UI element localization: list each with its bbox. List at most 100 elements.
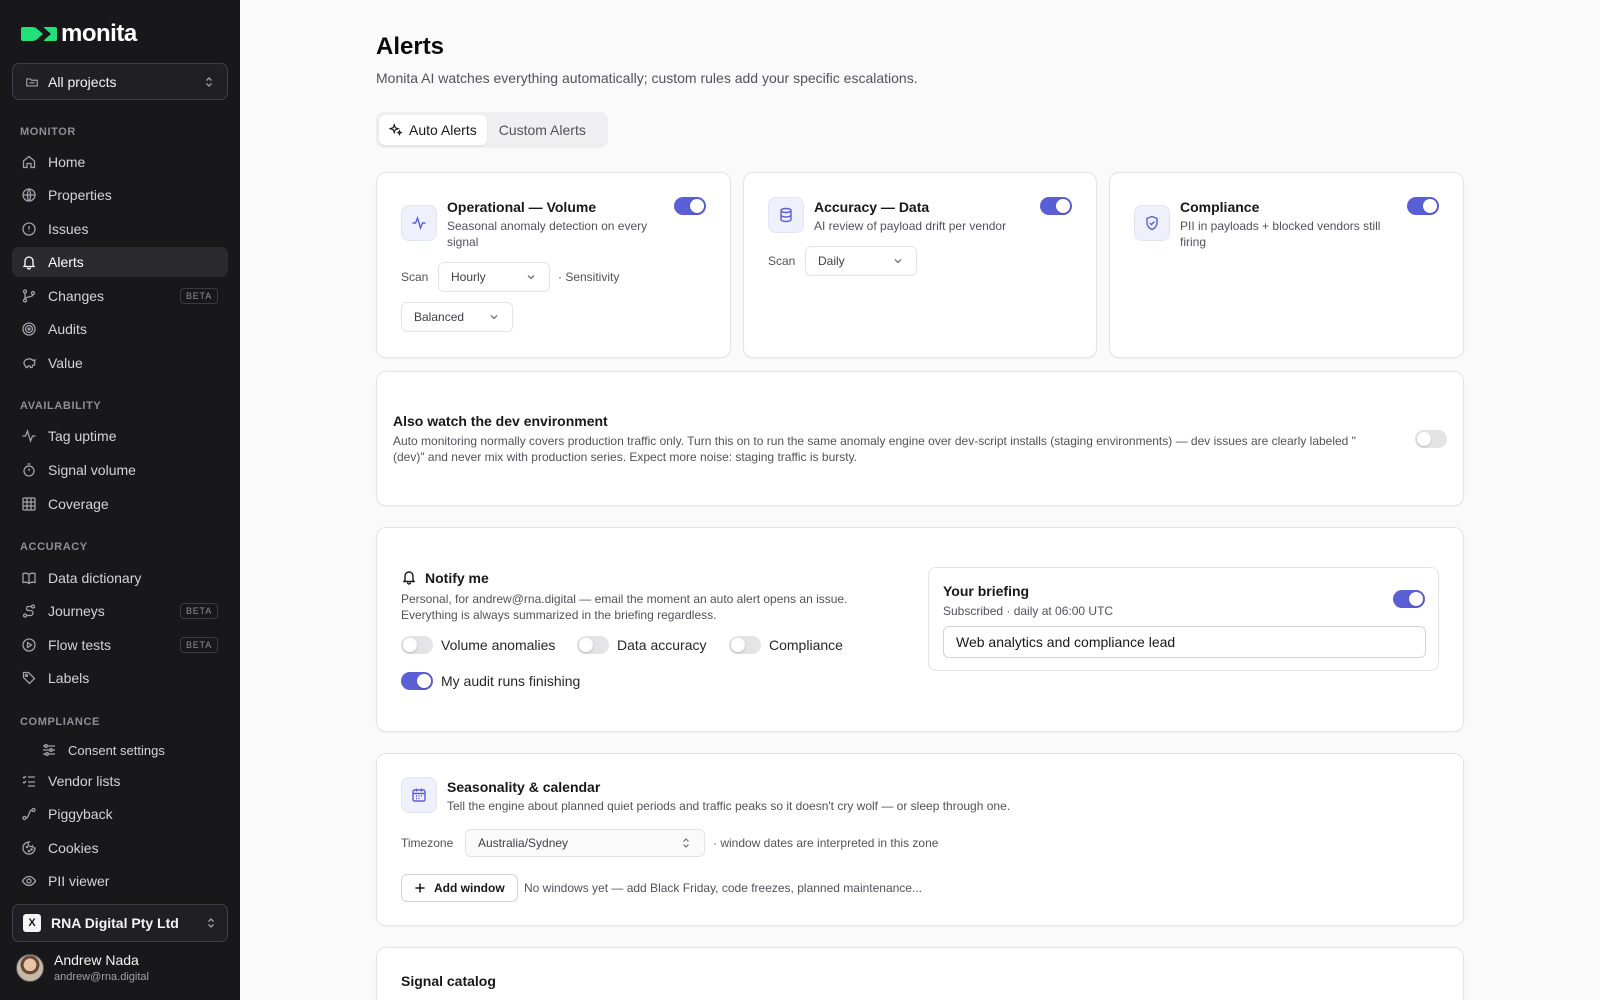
app-logo[interactable]: monita: [21, 20, 137, 48]
card-title: Accuracy — Data: [814, 199, 930, 215]
sliders-icon: [40, 741, 58, 759]
workflow-icon: [20, 805, 38, 823]
briefing-role-input[interactable]: Web analytics and compliance lead: [943, 626, 1426, 658]
globe-icon: [20, 186, 38, 204]
notify-volume-anomalies[interactable]: Volume anomalies: [401, 636, 555, 654]
sidebar-item-label: Vendor lists: [48, 773, 121, 789]
sidebar-item-label: Journeys: [48, 603, 105, 619]
section-availability: AVAILABILITY: [20, 400, 102, 412]
sidebar-item-label: Coverage: [48, 496, 109, 512]
activity-icon: [20, 427, 38, 445]
dev-environment-toggle[interactable]: [1415, 430, 1447, 448]
sidebar-item-audits[interactable]: Audits: [12, 314, 228, 344]
sidebar-item-label: Properties: [48, 187, 112, 203]
project-selector[interactable]: All projects: [12, 63, 228, 100]
list-checks-icon: [20, 772, 38, 790]
toggle-knob: [579, 638, 593, 652]
org-name: RNA Digital Pty Ltd: [51, 915, 179, 931]
timezone-select[interactable]: Australia/Sydney: [465, 829, 705, 857]
sidebar-item-journeys[interactable]: Journeys BETA: [12, 596, 228, 626]
piggy-bank-icon: [20, 354, 38, 372]
briefing-toggle[interactable]: [1393, 590, 1425, 608]
sparkles-icon: [389, 123, 403, 137]
org-logo-icon: X: [23, 914, 41, 932]
select-value: Hourly: [451, 270, 486, 284]
notify-audit-runs[interactable]: My audit runs finishing: [401, 672, 580, 690]
notify-compliance[interactable]: Compliance: [729, 636, 843, 654]
button-label: Add window: [434, 881, 505, 895]
sidebar-item-coverage[interactable]: Coverage: [12, 489, 228, 519]
notify-toggle[interactable]: [729, 636, 761, 654]
monita-logo-icon: [21, 26, 59, 42]
sidebar-item-label: Signal volume: [48, 462, 136, 478]
windows-empty-hint: No windows yet — add Black Friday, code …: [524, 881, 922, 895]
card-description: PII in payloads + blocked vendors still …: [1180, 219, 1381, 249]
sidebar-item-consent-settings[interactable]: Consent settings: [12, 735, 228, 765]
target-icon: [20, 320, 38, 338]
sidebar-item-flow-tests[interactable]: Flow tests BETA: [12, 630, 228, 660]
briefing-status: Subscribed · daily at 06:00 UTC: [943, 604, 1114, 618]
sidebar-item-value[interactable]: Value: [12, 348, 228, 378]
page-subtitle: Monita AI watches everything automatical…: [376, 70, 918, 86]
shield-check-icon: [1134, 205, 1170, 241]
sidebar-item-labels[interactable]: Labels: [12, 663, 228, 693]
toggle-knob: [1417, 432, 1431, 446]
app-name: monita: [61, 20, 137, 47]
sidebar-item-issues[interactable]: Issues: [12, 214, 228, 244]
sidebar-item-alerts[interactable]: Alerts: [12, 247, 228, 277]
sidebar-item-label: Home: [48, 154, 86, 170]
sidebar-item-vendor-lists[interactable]: Vendor lists: [12, 766, 228, 796]
sidebar-item-cookies[interactable]: Cookies: [12, 833, 228, 863]
sidebar-item-label: Cookies: [48, 840, 99, 856]
bell-icon: [401, 569, 417, 585]
timezone-label: Timezone: [401, 836, 454, 850]
sidebar-item-label: Consent settings: [68, 742, 165, 758]
sidebar-item-label: Piggyback: [48, 806, 113, 822]
notify-data-accuracy[interactable]: Data accuracy: [577, 636, 706, 654]
sidebar-item-changes[interactable]: Changes BETA: [12, 281, 228, 311]
sidebar-item-label: Alerts: [48, 254, 84, 270]
sidebar-item-home[interactable]: Home: [12, 147, 228, 177]
card-title: Seasonality & calendar: [447, 779, 601, 795]
card-description: Personal, for andrew@rna.digital — email…: [401, 592, 848, 622]
tab-label: Custom Alerts: [498, 122, 586, 138]
sensitivity-select[interactable]: Balanced: [401, 302, 513, 332]
sidebar-item-properties[interactable]: Properties: [12, 180, 228, 210]
beta-badge: BETA: [179, 288, 218, 304]
notify-toggle[interactable]: [577, 636, 609, 654]
scan-frequency-select[interactable]: Hourly: [438, 262, 550, 292]
sidebar-item-pii-viewer[interactable]: PII viewer: [12, 866, 228, 896]
home-icon: [20, 153, 38, 171]
org-selector[interactable]: X RNA Digital Pty Ltd: [12, 904, 228, 942]
alert-tabs: Auto Alerts Custom Alerts: [376, 112, 608, 148]
select-value: Balanced: [414, 310, 465, 324]
card-title: Also watch the dev environment: [393, 413, 608, 429]
sidebar-item-label: Audits: [48, 321, 87, 337]
option-label: Compliance: [769, 637, 843, 653]
signal-catalog-card: Signal catalog: [376, 947, 1464, 1000]
cookie-icon: [20, 839, 38, 857]
scan-frequency-select[interactable]: Daily: [805, 246, 917, 276]
notify-toggle[interactable]: [401, 672, 433, 690]
briefing-title: Your briefing: [943, 583, 1030, 599]
compliance-toggle[interactable]: [1407, 197, 1439, 215]
sidebar-item-data-dictionary[interactable]: Data dictionary: [12, 563, 228, 593]
tab-auto-alerts[interactable]: Auto Alerts: [379, 115, 487, 145]
sidebar-item-tag-uptime[interactable]: Tag uptime: [12, 421, 228, 451]
chevron-up-down-icon: [680, 837, 692, 849]
sensitivity-label: · Sensitivity: [558, 270, 620, 284]
select-value: Daily: [818, 254, 845, 268]
option-label: My audit runs finishing: [441, 673, 581, 689]
operational-toggle[interactable]: [674, 197, 706, 215]
sidebar-item-signal-volume[interactable]: Signal volume: [12, 455, 228, 485]
folder-icon: [25, 75, 39, 89]
card-description: Auto monitoring normally covers producti…: [393, 434, 1356, 464]
accuracy-toggle[interactable]: [1040, 197, 1072, 215]
sidebar-item-piggyback[interactable]: Piggyback: [12, 799, 228, 829]
notify-toggle[interactable]: [401, 636, 433, 654]
add-window-button[interactable]: Add window: [401, 874, 518, 902]
user-profile[interactable]: Andrew Nada andrew@rna.digital: [16, 952, 149, 983]
beta-badge: BETA: [179, 603, 218, 619]
tab-custom-alerts[interactable]: Custom Alerts: [489, 115, 596, 145]
plus-icon: [414, 882, 426, 894]
